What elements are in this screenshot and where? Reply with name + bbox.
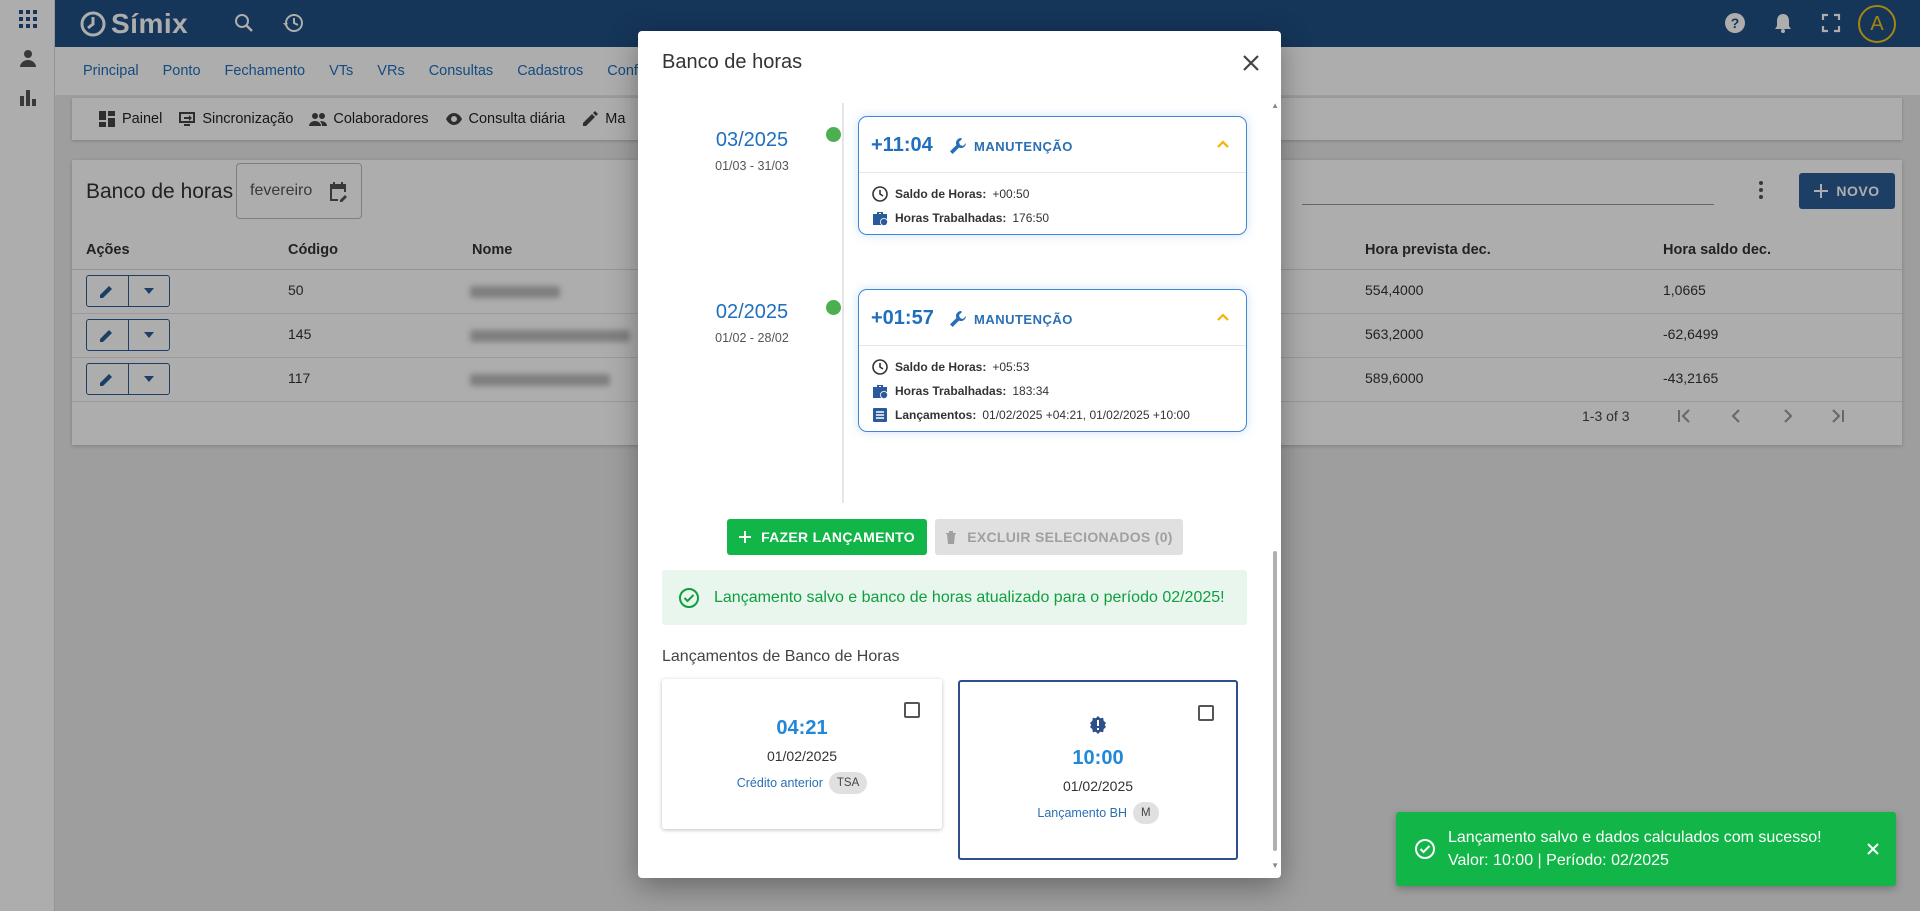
check-circle-icon (679, 587, 699, 608)
period-range: 01/03 - 31/03 (715, 159, 789, 173)
lancamento-chip: TSA (828, 772, 868, 794)
work-history-icon (873, 385, 888, 399)
timeline-dot (826, 300, 841, 315)
clock-icon (872, 186, 888, 202)
timeline-dot (826, 127, 841, 142)
timeline-period: 02/2025 01/02 - 28/02 (682, 301, 822, 345)
saldo-line: Saldo de Horas: +05:53 (871, 355, 1234, 379)
saldo-value: +05:53 (992, 360, 1030, 374)
chevron-up-icon[interactable] (1216, 139, 1230, 149)
lancamento-value: 04:21 (776, 717, 828, 739)
lancamentos-line: Lançamentos: 01/02/2025 +04:21, 01/02/20… (871, 403, 1234, 427)
wrench-icon (950, 310, 966, 327)
lancamento-date: 01/02/2025 (1062, 778, 1134, 794)
status-tag: MANUTENÇÃO (949, 137, 1073, 155)
wrench-icon (950, 137, 966, 154)
close-icon[interactable] (1866, 842, 1880, 856)
period-label: 02/2025 (715, 301, 789, 323)
period-label: 03/2025 (715, 129, 789, 151)
period-range: 01/02 - 28/02 (715, 331, 789, 345)
trabalhadas-value: 176:50 (1012, 211, 1050, 225)
success-alert-text: Lançamento salvo e banco de horas atuali… (714, 588, 1225, 606)
saldo-label: Saldo de Horas: (895, 360, 987, 374)
status-tag-label: MANUTENÇÃO (974, 311, 1073, 327)
scroll-up-arrow[interactable]: ▲ (1271, 101, 1279, 110)
clock-icon (872, 359, 888, 375)
lancamento-card[interactable]: 04:21 01/02/2025 Crédito anterior TSA (662, 679, 942, 829)
scroll-down-arrow[interactable]: ▼ (1271, 861, 1279, 870)
fazer-lancamento-button[interactable]: FAZER LANÇAMENTO (727, 519, 927, 555)
saldo-value: +00:50 (992, 187, 1030, 201)
lancamento-chip: M (1133, 802, 1159, 824)
trabalhadas-label: Horas Trabalhadas: (895, 211, 1007, 225)
excluir-selecionados-label: EXCLUIR SELECIONADOS (0) (967, 529, 1173, 545)
lancamento-type-label: Lançamento BH (1037, 806, 1128, 820)
banco-de-horas-dialog: Banco de horas ▲ ▼ 03/2025 01/03 - 31/03… (638, 31, 1281, 878)
trabalhadas-label: Horas Trabalhadas: (895, 384, 1007, 398)
close-icon[interactable] (1239, 51, 1263, 75)
lancamento-type: Lançamento BH M (960, 802, 1236, 824)
trabalhadas-value: 183:34 (1012, 384, 1050, 398)
fazer-lancamento-label: FAZER LANÇAMENTO (761, 529, 915, 545)
lancamento-card-selected[interactable]: 10:00 01/02/2025 Lançamento BH M (958, 680, 1238, 860)
lancamento-date: 01/02/2025 (766, 748, 838, 764)
badge-alert-icon (1090, 716, 1106, 734)
trabalhadas-line: Horas Trabalhadas: 176:50 (871, 206, 1234, 230)
trash-icon (946, 531, 957, 544)
lancamento-type: Crédito anterior TSA (662, 772, 942, 794)
lancamento-value: 10:00 (1072, 747, 1124, 769)
lancamento-type-label: Crédito anterior (736, 776, 823, 790)
check-circle-icon (1415, 839, 1435, 859)
success-snackbar: Lançamento salvo e dados calculados com … (1396, 812, 1896, 886)
list-icon (873, 408, 887, 422)
chevron-up-icon[interactable] (1216, 312, 1230, 322)
status-tag-label: MANUTENÇÃO (974, 138, 1073, 154)
plus-icon (739, 531, 752, 543)
period-card-header[interactable]: +11:04 MANUTENÇÃO (859, 117, 1246, 173)
saldo-label: Saldo de Horas: (895, 187, 987, 201)
period-balance: +01:57 (871, 307, 934, 329)
lancamentos-label: Lançamentos: (895, 408, 977, 422)
period-balance: +11:04 (871, 134, 933, 156)
timeline-line (842, 103, 844, 503)
select-checkbox[interactable] (1198, 705, 1214, 721)
period-card[interactable]: +01:57 MANUTENÇÃO Saldo de Horas: +05:53… (858, 289, 1247, 432)
lancamentos-value: 01/02/2025 +04:21, 01/02/2025 +10:00 (982, 408, 1190, 422)
select-checkbox[interactable] (904, 702, 920, 718)
snackbar-detail: Valor: 10:00 | Período: 02/2025 (1448, 852, 1669, 869)
success-alert: Lançamento salvo e banco de horas atuali… (662, 570, 1247, 625)
period-card[interactable]: +11:04 MANUTENÇÃO Saldo de Horas: +00:50… (858, 116, 1247, 235)
period-card-header[interactable]: +01:57 MANUTENÇÃO (859, 290, 1246, 346)
timeline-period: 03/2025 01/03 - 31/03 (682, 129, 822, 173)
status-tag: MANUTENÇÃO (949, 310, 1073, 328)
trabalhadas-line: Horas Trabalhadas: 183:34 (871, 379, 1234, 403)
excluir-selecionados-button[interactable]: EXCLUIR SELECIONADOS (0) (935, 519, 1183, 555)
snackbar-message: Lançamento salvo e dados calculados com … (1448, 829, 1822, 846)
dialog-title: Banco de horas (662, 51, 803, 73)
saldo-line: Saldo de Horas: +00:50 (871, 182, 1234, 206)
work-history-icon (873, 212, 888, 226)
lancamentos-section-title: Lançamentos de Banco de Horas (662, 648, 900, 665)
dialog-scrollbar[interactable] (1273, 551, 1277, 851)
